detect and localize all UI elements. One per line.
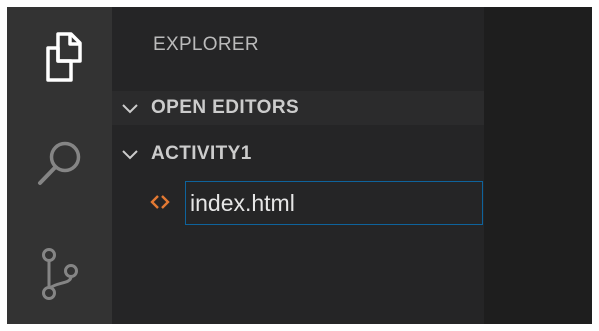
editor-area[interactable] xyxy=(484,7,592,324)
filename-rename-input[interactable] xyxy=(185,181,483,225)
explorer-button[interactable] xyxy=(7,21,112,93)
section-label: OPEN EDITORS xyxy=(151,97,300,118)
explorer-sidebar: EXPLORER OPEN EDITORS ACTIVITY1 xyxy=(112,7,484,324)
sidebar-title: EXPLORER xyxy=(153,34,259,55)
html-file-icon xyxy=(150,195,170,209)
vscode-window: EXPLORER OPEN EDITORS ACTIVITY1 xyxy=(7,7,592,324)
chevron-down-icon xyxy=(122,104,138,114)
files-icon xyxy=(45,32,82,82)
source-control-button[interactable] xyxy=(7,238,112,310)
section-open-editors[interactable]: OPEN EDITORS xyxy=(112,91,484,125)
section-label: ACTIVITY1 xyxy=(151,143,252,164)
section-activity1[interactable]: ACTIVITY1 xyxy=(112,137,484,171)
search-button[interactable] xyxy=(7,127,112,199)
chevron-down-icon xyxy=(122,150,138,160)
activity-bar xyxy=(7,7,112,324)
search-icon xyxy=(37,141,80,185)
file-row-index-html[interactable] xyxy=(112,181,484,225)
source-control-icon xyxy=(41,248,78,300)
